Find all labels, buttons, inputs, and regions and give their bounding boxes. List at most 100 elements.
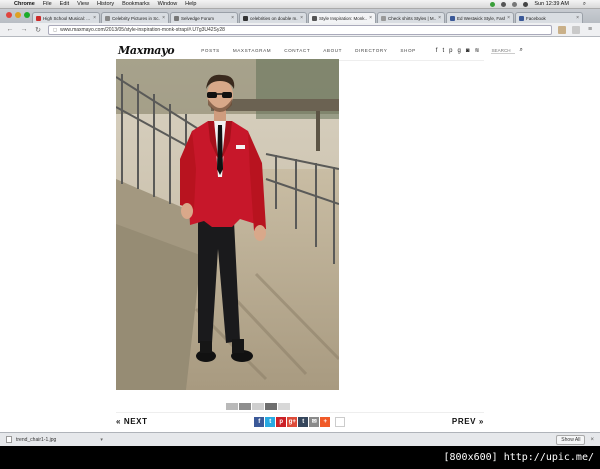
browser-tab[interactable]: Ed Westwick Style, Fash... × xyxy=(446,12,514,23)
favicon-icon xyxy=(105,15,110,21)
search-icon[interactable]: ⌕ xyxy=(519,47,523,54)
favicon-icon xyxy=(174,15,179,21)
browser-tab[interactable]: Facebook × xyxy=(515,12,583,23)
forward-icon[interactable]: → xyxy=(20,26,28,33)
reload-icon[interactable]: ↻ xyxy=(34,26,42,34)
next-post-link[interactable]: « NEXT xyxy=(116,417,148,426)
menu-icon[interactable]: ≡ xyxy=(586,26,594,33)
battery-icon[interactable] xyxy=(523,1,529,7)
pinterest-icon[interactable]: p xyxy=(449,48,452,54)
download-item[interactable]: trend_chair1-1.jpg ▾ xyxy=(6,436,103,443)
web-page: Maxmayo POSTS MAXSTAGRAM CONTACT ABOUT D… xyxy=(0,37,600,432)
close-tab-icon[interactable]: × xyxy=(300,15,303,21)
tab-title: Facebook xyxy=(526,15,546,21)
tab-title: Check shirts Styles | M... xyxy=(388,15,437,21)
favicon-icon xyxy=(450,15,455,21)
menu-history[interactable]: History xyxy=(97,1,114,7)
thumbnail[interactable] xyxy=(226,403,238,410)
email-share-icon[interactable]: ✉ xyxy=(309,416,320,427)
social-links: f t p g ◙ ≋ xyxy=(436,47,480,55)
extension-icon[interactable] xyxy=(572,25,580,34)
facebook-icon[interactable]: f xyxy=(436,48,438,54)
show-all-downloads-button[interactable]: Show All xyxy=(556,434,586,445)
wifi-icon[interactable] xyxy=(501,1,507,7)
close-tab-icon[interactable]: × xyxy=(438,15,441,21)
twitter-icon[interactable]: t xyxy=(442,48,444,54)
thumbnail[interactable] xyxy=(252,403,264,410)
status-area: Sun 12:39 AM ⌕ xyxy=(490,1,594,8)
close-tab-icon[interactable]: × xyxy=(231,15,234,21)
prev-post-link[interactable]: PREV » xyxy=(452,417,484,426)
address-url: www.maxmayo.com/2013/05/style-inspiratio… xyxy=(60,26,225,33)
menu-edit[interactable]: Edit xyxy=(60,1,69,7)
post-photo-illustration xyxy=(116,59,339,390)
more-share-icon[interactable]: + xyxy=(320,416,331,427)
menu-help[interactable]: Help xyxy=(185,1,196,7)
close-icon[interactable]: × xyxy=(590,437,594,443)
nav-directory[interactable]: DIRECTORY xyxy=(355,48,387,53)
close-tab-icon[interactable]: × xyxy=(162,15,165,21)
browser-tab[interactable]: Check shirts Styles | M... × xyxy=(377,12,445,23)
twitter-share-icon[interactable]: t xyxy=(265,416,276,427)
menu-file[interactable]: File xyxy=(43,1,52,7)
close-tab-icon[interactable]: × xyxy=(507,15,510,21)
page-info-icon[interactable]: ◻ xyxy=(53,27,57,33)
pinterest-share-icon[interactable]: p xyxy=(276,416,287,427)
browser-tab[interactable]: Selvedge Forum × xyxy=(170,12,238,23)
site-search: ⌕ xyxy=(491,47,523,54)
close-tab-icon[interactable]: × xyxy=(93,15,96,21)
status-dot-icon[interactable] xyxy=(490,1,496,7)
share-count: 1 xyxy=(335,416,346,427)
tab-title: celebrities on double m... xyxy=(250,15,299,21)
back-icon[interactable]: ← xyxy=(6,26,14,33)
thumbnail[interactable] xyxy=(239,403,251,410)
nav-maxstagram[interactable]: MAXSTAGRAM xyxy=(233,48,271,53)
tab-title: Style Inspiration: Monk... xyxy=(319,15,368,21)
download-filename: trend_chair1-1.jpg xyxy=(16,436,57,443)
zoom-window-icon[interactable] xyxy=(24,12,30,18)
browser-tab[interactable]: Style Inspiration: Monk... × xyxy=(308,12,376,23)
nav-shop[interactable]: SHOP xyxy=(400,48,415,53)
close-window-icon[interactable] xyxy=(6,12,12,18)
menu-chrome[interactable]: Chrome xyxy=(14,1,35,7)
chevron-down-icon[interactable]: ▾ xyxy=(100,437,103,443)
google-plus-share-icon[interactable]: g+ xyxy=(287,416,298,427)
watermark-text: [800x600] http://upic.me/ xyxy=(443,452,594,463)
browser-tab[interactable]: celebrities on double m... × xyxy=(239,12,307,23)
nav-posts[interactable]: POSTS xyxy=(201,48,220,53)
menu-bookmarks[interactable]: Bookmarks xyxy=(122,1,150,7)
tab-title: High School Musical: ... xyxy=(43,15,91,21)
tab-title: Selvedge Forum xyxy=(181,15,215,21)
close-tab-icon[interactable]: × xyxy=(369,15,372,21)
facebook-share-icon[interactable]: f xyxy=(254,416,265,427)
menu-view[interactable]: View xyxy=(77,1,89,7)
browser-tab[interactable]: High School Musical: ... × xyxy=(32,12,100,23)
thumbnail[interactable] xyxy=(265,403,277,410)
tab-strip: High School Musical: ... × Celebrity Pictu… xyxy=(0,9,600,23)
thumbnail[interactable] xyxy=(278,403,290,410)
google-plus-icon[interactable]: g xyxy=(457,48,460,54)
rss-icon[interactable]: ≋ xyxy=(474,47,479,54)
minimize-window-icon[interactable] xyxy=(15,12,21,18)
menu-window[interactable]: Window xyxy=(158,1,178,7)
nav-about[interactable]: ABOUT xyxy=(323,48,342,53)
instagram-icon[interactable]: ◙ xyxy=(466,48,470,54)
address-bar[interactable]: ◻ www.maxmayo.com/2013/05/style-inspirat… xyxy=(48,24,552,35)
nav-contact[interactable]: CONTACT xyxy=(284,48,310,53)
tumblr-share-icon[interactable]: t xyxy=(298,416,309,427)
menubar-clock[interactable]: Sun 12:39 AM xyxy=(534,1,569,7)
close-tab-icon[interactable]: × xyxy=(576,15,579,21)
post-photo[interactable] xyxy=(116,59,339,390)
browser-tab[interactable]: Celebrity Pictures in Sc... × xyxy=(101,12,169,23)
extension-icon[interactable] xyxy=(558,25,566,34)
favicon-icon xyxy=(243,15,248,21)
favicon-icon xyxy=(519,15,524,21)
spotlight-icon[interactable]: ⌕ xyxy=(583,1,586,8)
favicon-icon xyxy=(312,15,317,21)
search-input[interactable] xyxy=(491,47,516,54)
thumbnail-strip xyxy=(226,403,290,410)
watermark-strip: [800x600] http://upic.me/ xyxy=(0,446,600,469)
downloads-bar: trend_chair1-1.jpg ▾ Show All × xyxy=(0,432,600,446)
site-logo[interactable]: Maxmayo xyxy=(118,44,175,57)
volume-icon[interactable] xyxy=(512,1,518,7)
